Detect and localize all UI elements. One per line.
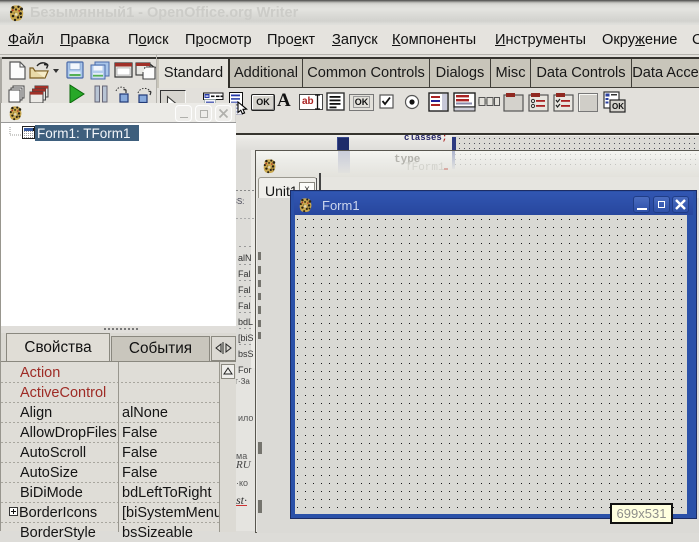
svg-text:OK: OK — [612, 102, 624, 111]
